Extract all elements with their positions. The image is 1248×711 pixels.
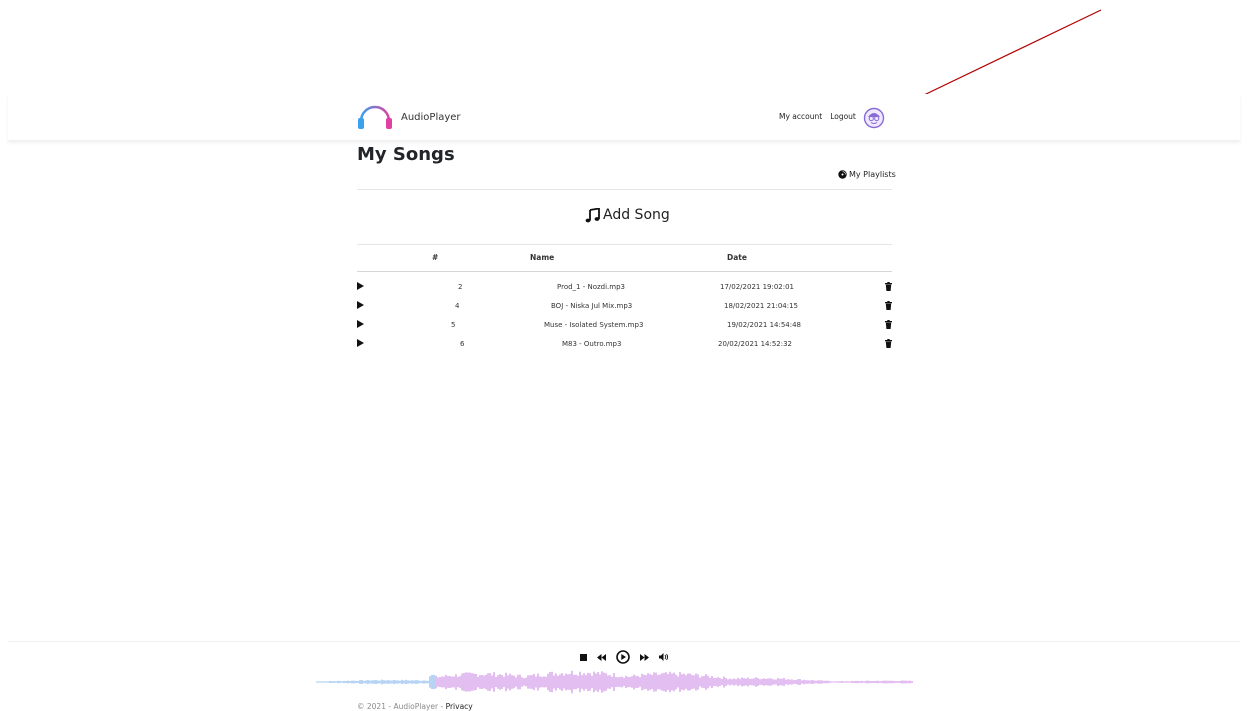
divider <box>357 189 892 190</box>
table-row: 2 Prod_1 - Nozdi.mp3 17/02/2021 19:02:01 <box>357 278 892 297</box>
my-playlists-link[interactable]: My Playlists <box>838 170 896 179</box>
play-icon[interactable] <box>357 301 364 309</box>
play-pause-button[interactable] <box>616 650 630 664</box>
volume-button[interactable] <box>659 653 669 661</box>
footer-divider <box>8 641 1240 642</box>
page-title: My Songs <box>357 144 455 165</box>
volume-icon <box>659 653 669 661</box>
waveform[interactable] <box>316 667 914 697</box>
brand-name: AudioPlayer <box>401 111 461 123</box>
logout-link[interactable]: Logout <box>830 112 856 121</box>
table-row: 4 BOJ - Niska Jul Mix.mp3 18/02/2021 21:… <box>357 297 892 316</box>
my-account-link[interactable]: My account <box>779 112 822 121</box>
stop-button[interactable] <box>580 653 587 661</box>
header-name: Name <box>530 253 555 262</box>
my-playlists-label: My Playlists <box>849 170 896 179</box>
user-avatar[interactable] <box>863 107 885 133</box>
stop-icon <box>580 653 587 661</box>
song-number: 5 <box>451 321 456 329</box>
song-date: 20/02/2021 14:52:32 <box>718 340 793 348</box>
trash-icon[interactable] <box>885 320 892 329</box>
navbar <box>8 94 1240 141</box>
trash-icon[interactable] <box>885 301 892 310</box>
fast-forward-icon <box>640 653 649 661</box>
header-number: # <box>432 253 439 262</box>
song-number: 4 <box>455 302 460 310</box>
trash-icon[interactable] <box>885 282 892 291</box>
copyright-text: © 2021 - AudioPlayer - <box>357 702 446 711</box>
table-body: 2 Prod_1 - Nozdi.mp3 17/02/2021 19:02:01… <box>357 272 892 354</box>
song-number: 6 <box>460 340 465 348</box>
play-icon[interactable] <box>357 339 364 347</box>
song-name: M83 - Outro.mp3 <box>562 340 622 348</box>
add-song-label: Add Song <box>603 207 670 223</box>
song-name: Prod_1 - Nozdi.mp3 <box>557 283 626 291</box>
footer: © 2021 - AudioPlayer - Privacy <box>357 702 473 711</box>
privacy-link[interactable]: Privacy <box>446 702 473 711</box>
song-date: 19/02/2021 14:54:48 <box>727 321 802 329</box>
brand[interactable]: AudioPlayer <box>357 103 461 131</box>
nav-links: My account Logout <box>779 112 856 121</box>
song-date: 18/02/2021 21:04:15 <box>724 302 799 310</box>
play-circle-icon <box>616 650 630 664</box>
table-header: # Name Date <box>357 244 892 272</box>
song-name: BOJ - Niska Jul Mix.mp3 <box>551 302 633 310</box>
music-note-icon <box>585 207 600 222</box>
rewind-icon <box>597 653 606 661</box>
play-icon[interactable] <box>357 320 364 328</box>
song-date: 17/02/2021 19:02:01 <box>720 283 795 291</box>
headphones-logo-icon <box>358 105 392 130</box>
songs-table: # Name Date 2 Prod_1 - Nozdi.mp3 17/02/2… <box>357 244 892 354</box>
song-name: Muse - Isolated System.mp3 <box>544 321 644 329</box>
trash-icon[interactable] <box>885 339 892 348</box>
fast-forward-button[interactable] <box>640 653 649 661</box>
play-icon[interactable] <box>357 282 364 290</box>
song-number: 2 <box>458 283 463 291</box>
table-row: 6 M83 - Outro.mp3 20/02/2021 14:52:32 <box>357 335 892 354</box>
rewind-button[interactable] <box>597 653 606 661</box>
table-row: 5 Muse - Isolated System.mp3 19/02/2021 … <box>357 316 892 335</box>
add-song-button[interactable]: Add Song <box>585 207 670 223</box>
disc-icon <box>838 170 847 179</box>
player-controls <box>580 650 669 664</box>
header-date: Date <box>727 253 747 262</box>
avatar-icon <box>863 107 885 129</box>
